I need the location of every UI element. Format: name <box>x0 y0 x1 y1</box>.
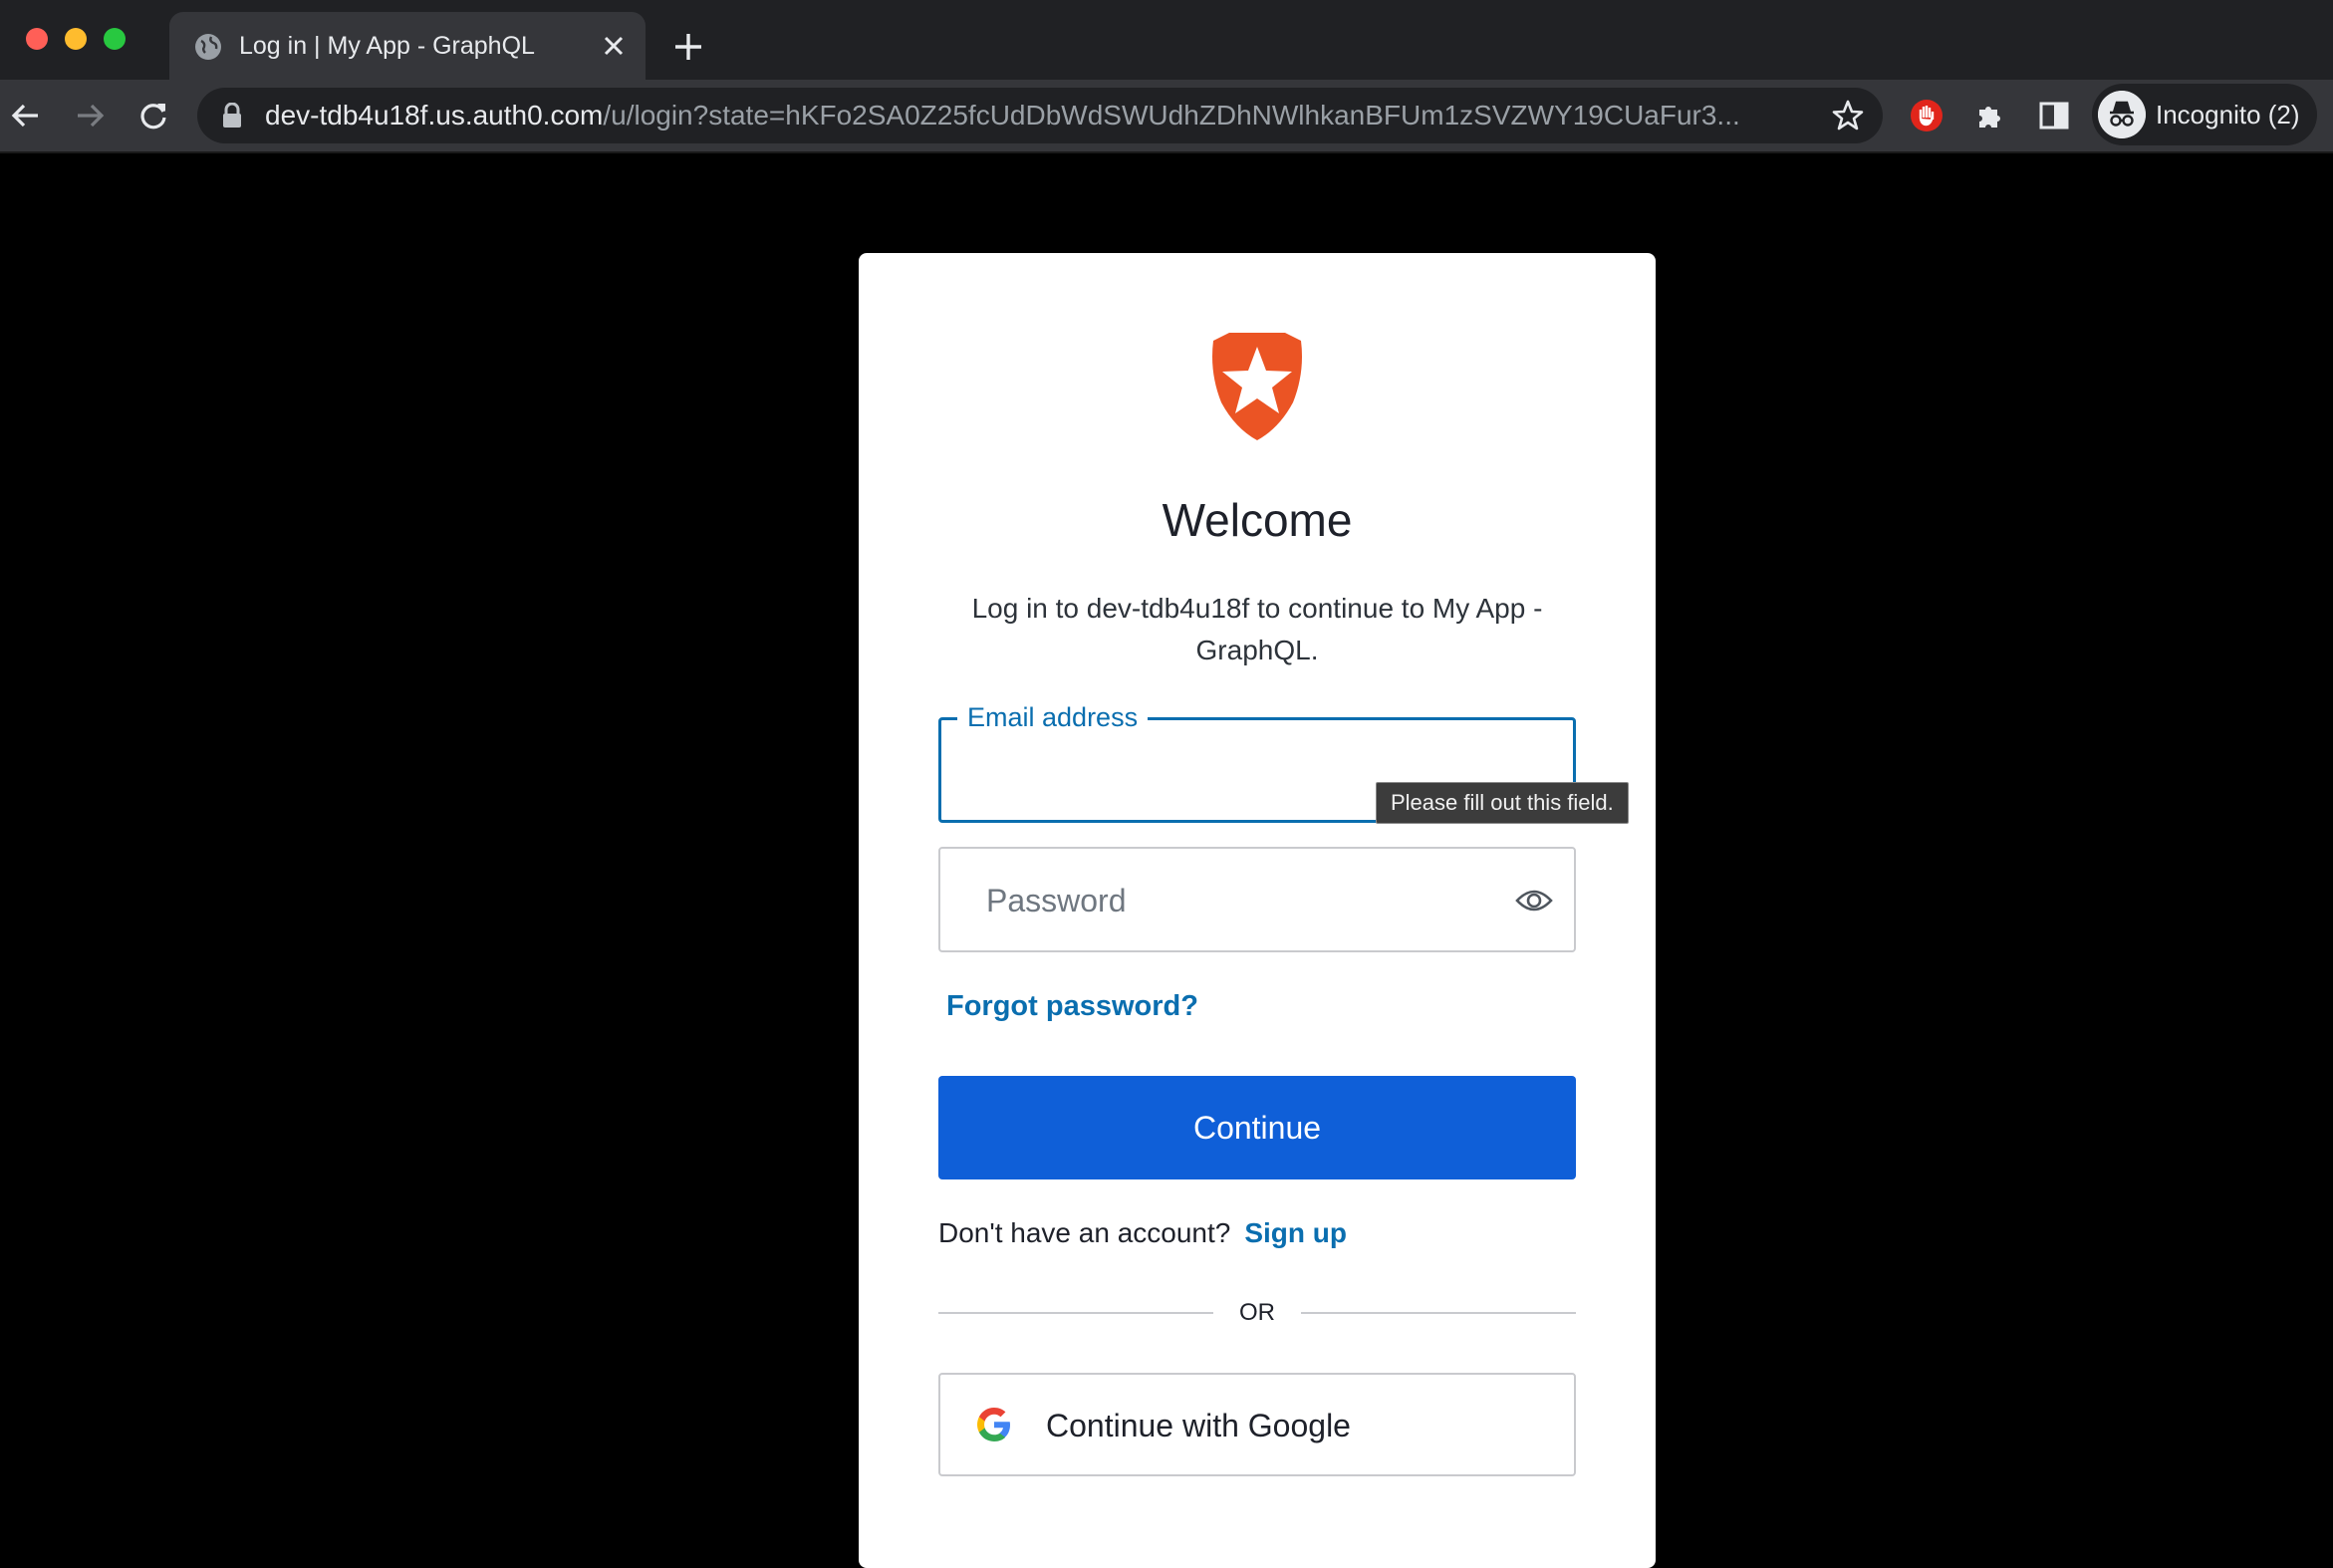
url-host: dev-tdb4u18f.us.auth0.com <box>265 100 604 131</box>
star-icon[interactable] <box>1831 99 1865 132</box>
page-title: Welcome <box>1162 494 1353 546</box>
extensions-icon[interactable] <box>1972 98 2008 133</box>
forward-icon[interactable] <box>72 98 108 133</box>
eye-icon[interactable] <box>1514 885 1554 916</box>
close-icon[interactable] <box>600 32 628 60</box>
window-minimize-button[interactable] <box>65 28 87 50</box>
continue-with-google-button[interactable]: Continue with Google <box>938 1373 1576 1476</box>
browser-tab-bar: Log in | My App - GraphQL <box>0 0 2333 80</box>
divider-left <box>938 1312 1213 1314</box>
tab-title: Log in | My App - GraphQL <box>239 32 535 60</box>
globe-icon <box>195 34 221 60</box>
login-subtitle: Log in to dev-tdb4u18f to continue to My… <box>971 593 1543 665</box>
profile-label: Incognito (2) <box>2156 100 2300 130</box>
password-field[interactable]: Password <box>938 847 1576 952</box>
url-path: /u/login?state=hKFo2SA0Z25fcUdDbWdSWUdhZ… <box>603 100 1740 131</box>
google-button-label: Continue with Google <box>1046 1408 1351 1443</box>
reload-icon[interactable] <box>135 98 171 133</box>
sidepanel-icon[interactable] <box>2036 98 2072 133</box>
signup-link[interactable]: Sign up <box>1244 1217 1347 1248</box>
login-card: Welcome Log in to dev-tdb4u18f to contin… <box>859 253 1656 1568</box>
google-icon <box>977 1408 1010 1441</box>
url-text[interactable]: dev-tdb4u18f.us.auth0.com/u/login?state=… <box>265 100 1740 131</box>
email-label: Email address <box>957 696 1149 738</box>
continue-button[interactable]: Continue <box>938 1076 1576 1179</box>
lock-icon[interactable] <box>221 103 243 129</box>
divider-right <box>1301 1312 1576 1314</box>
password-placeholder: Password <box>986 883 1127 918</box>
adblock-icon[interactable] <box>1909 98 1944 133</box>
toolbar-divider <box>0 151 2333 153</box>
signup-prompt: Don't have an account? <box>938 1217 1231 1248</box>
signup-row: Don't have an account? Sign up <box>938 1215 1347 1251</box>
incognito-icon <box>2098 91 2146 138</box>
browser-tab[interactable]: Log in | My App - GraphQL <box>169 12 646 80</box>
forgot-password-link[interactable]: Forgot password? <box>946 988 1198 1024</box>
browser-toolbar: dev-tdb4u18f.us.auth0.com/u/login?state=… <box>0 80 2333 151</box>
address-bar[interactable]: dev-tdb4u18f.us.auth0.com/u/login?state=… <box>197 88 1883 143</box>
incognito-profile-button[interactable]: Incognito (2) <box>2092 84 2317 145</box>
auth0-logo <box>1212 333 1302 440</box>
window-maximize-button[interactable] <box>104 28 126 50</box>
or-divider-text: OR <box>1239 1299 1275 1326</box>
back-icon[interactable] <box>8 98 44 133</box>
plus-icon[interactable] <box>671 30 705 64</box>
window-close-button[interactable] <box>26 28 48 50</box>
validation-tooltip: Please fill out this field. <box>1376 782 1629 824</box>
